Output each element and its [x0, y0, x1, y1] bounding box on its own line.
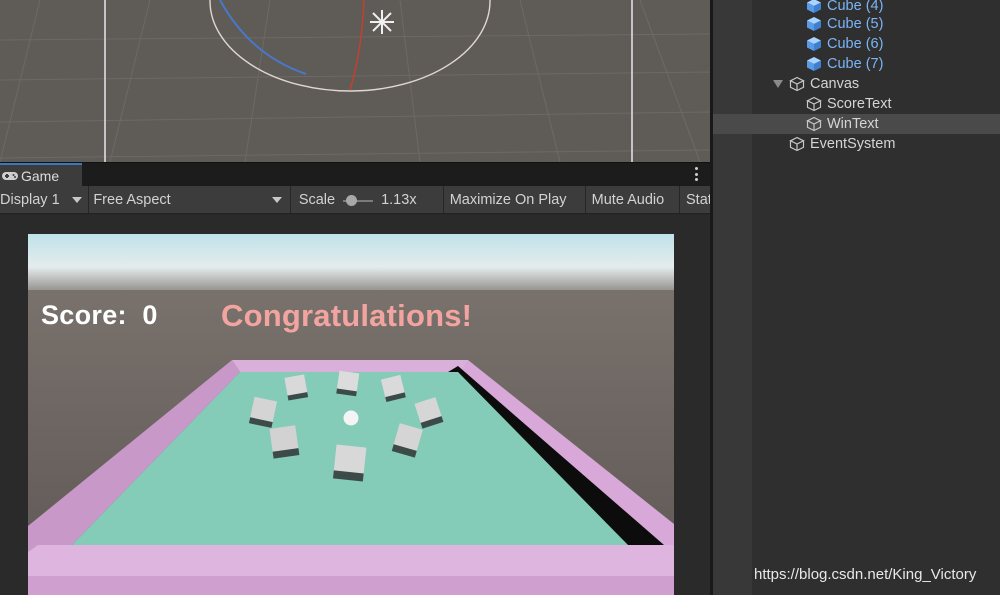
hierarchy-item-label: Cube (4)	[827, 0, 884, 14]
hierarchy-item-wintext[interactable]: WinText	[713, 114, 1000, 134]
chevron-down-icon	[72, 196, 83, 203]
light-gizmo-icon[interactable]	[370, 10, 394, 34]
hierarchy-item-cube-5[interactable]: Cube (5)	[713, 14, 1000, 34]
scale-control: Scale 1.13x	[291, 186, 444, 213]
hierarchy-item-label: Cube (6)	[827, 36, 884, 52]
more-options-icon[interactable]	[694, 167, 698, 181]
hierarchy-item-label: Cube (7)	[827, 56, 884, 72]
scene-view[interactable]	[0, 0, 710, 162]
tab-game-label: Game	[21, 168, 60, 184]
score-text: Score: 0	[41, 300, 158, 330]
game-scene	[28, 234, 674, 595]
gameobject-cube-icon	[789, 136, 805, 152]
mute-audio-label: Mute Audio	[591, 191, 665, 208]
prefab-cube-icon	[806, 56, 822, 72]
hierarchy-item-canvas[interactable]: Canvas	[713, 74, 1000, 94]
scale-slider[interactable]	[343, 194, 374, 206]
maximize-on-play-label: Maximize On Play	[449, 191, 567, 208]
hierarchy-item-scoretext[interactable]: ScoreText	[713, 94, 1000, 114]
mute-audio-toggle[interactable]: Mute Audio	[586, 186, 680, 213]
maximize-on-play-toggle[interactable]: Maximize On Play	[444, 186, 586, 213]
hierarchy-item-label: EventSystem	[810, 136, 896, 152]
gamepad-icon	[1, 169, 19, 183]
game-tab-bar: Game	[0, 162, 710, 187]
hierarchy-item-label: Canvas	[810, 76, 860, 92]
scene-grid	[0, 0, 710, 162]
tab-game[interactable]: Game	[0, 163, 82, 187]
board-wall-top	[232, 360, 474, 372]
gameobject-cube-icon	[789, 76, 805, 92]
game-viewport: Score: 0 Congratulations!	[0, 215, 710, 595]
display-dropdown[interactable]: Display 1	[0, 186, 90, 213]
aspect-dropdown-label: Free Aspect	[93, 191, 171, 208]
prefab-cube-icon	[806, 0, 822, 14]
scale-value: 1.13x	[381, 191, 417, 208]
win-text: Congratulations!	[221, 298, 473, 333]
scale-label: Scale	[298, 191, 336, 208]
prefab-cube-icon	[806, 36, 822, 52]
game-toolbar: Display 1 Free Aspect Scale 1.13x Maximi…	[0, 186, 710, 214]
player-ball	[343, 410, 359, 426]
gameobject-cube-icon	[806, 96, 822, 112]
hierarchy-item-label: WinText	[827, 116, 879, 132]
aspect-dropdown[interactable]: Free Aspect	[89, 186, 291, 213]
display-dropdown-label: Display 1	[0, 191, 60, 208]
chevron-down-icon	[271, 196, 282, 203]
skybox	[28, 234, 674, 294]
hierarchy-item-eventsystem[interactable]: EventSystem	[713, 134, 1000, 154]
hierarchy-item-label: Cube (5)	[827, 16, 884, 32]
board-wall-front-edge	[28, 576, 674, 595]
hierarchy-item-cube-6[interactable]: Cube (6)	[713, 34, 1000, 54]
prefab-cube-icon	[806, 16, 822, 32]
watermark: https://blog.csdn.net/King_Victory	[754, 566, 977, 583]
scale-slider-handle[interactable]	[345, 194, 357, 206]
stats-toggle[interactable]: Stats	[680, 186, 710, 213]
game-render[interactable]: Score: 0 Congratulations!	[28, 234, 674, 595]
gameobject-cube-icon	[806, 116, 822, 132]
hierarchy-item-label: ScoreText	[827, 96, 892, 112]
fold-arrow-expanded-icon[interactable]	[773, 80, 783, 88]
stats-label: Stats	[686, 191, 710, 208]
hierarchy-item-cube-7[interactable]: Cube (7)	[713, 54, 1000, 74]
